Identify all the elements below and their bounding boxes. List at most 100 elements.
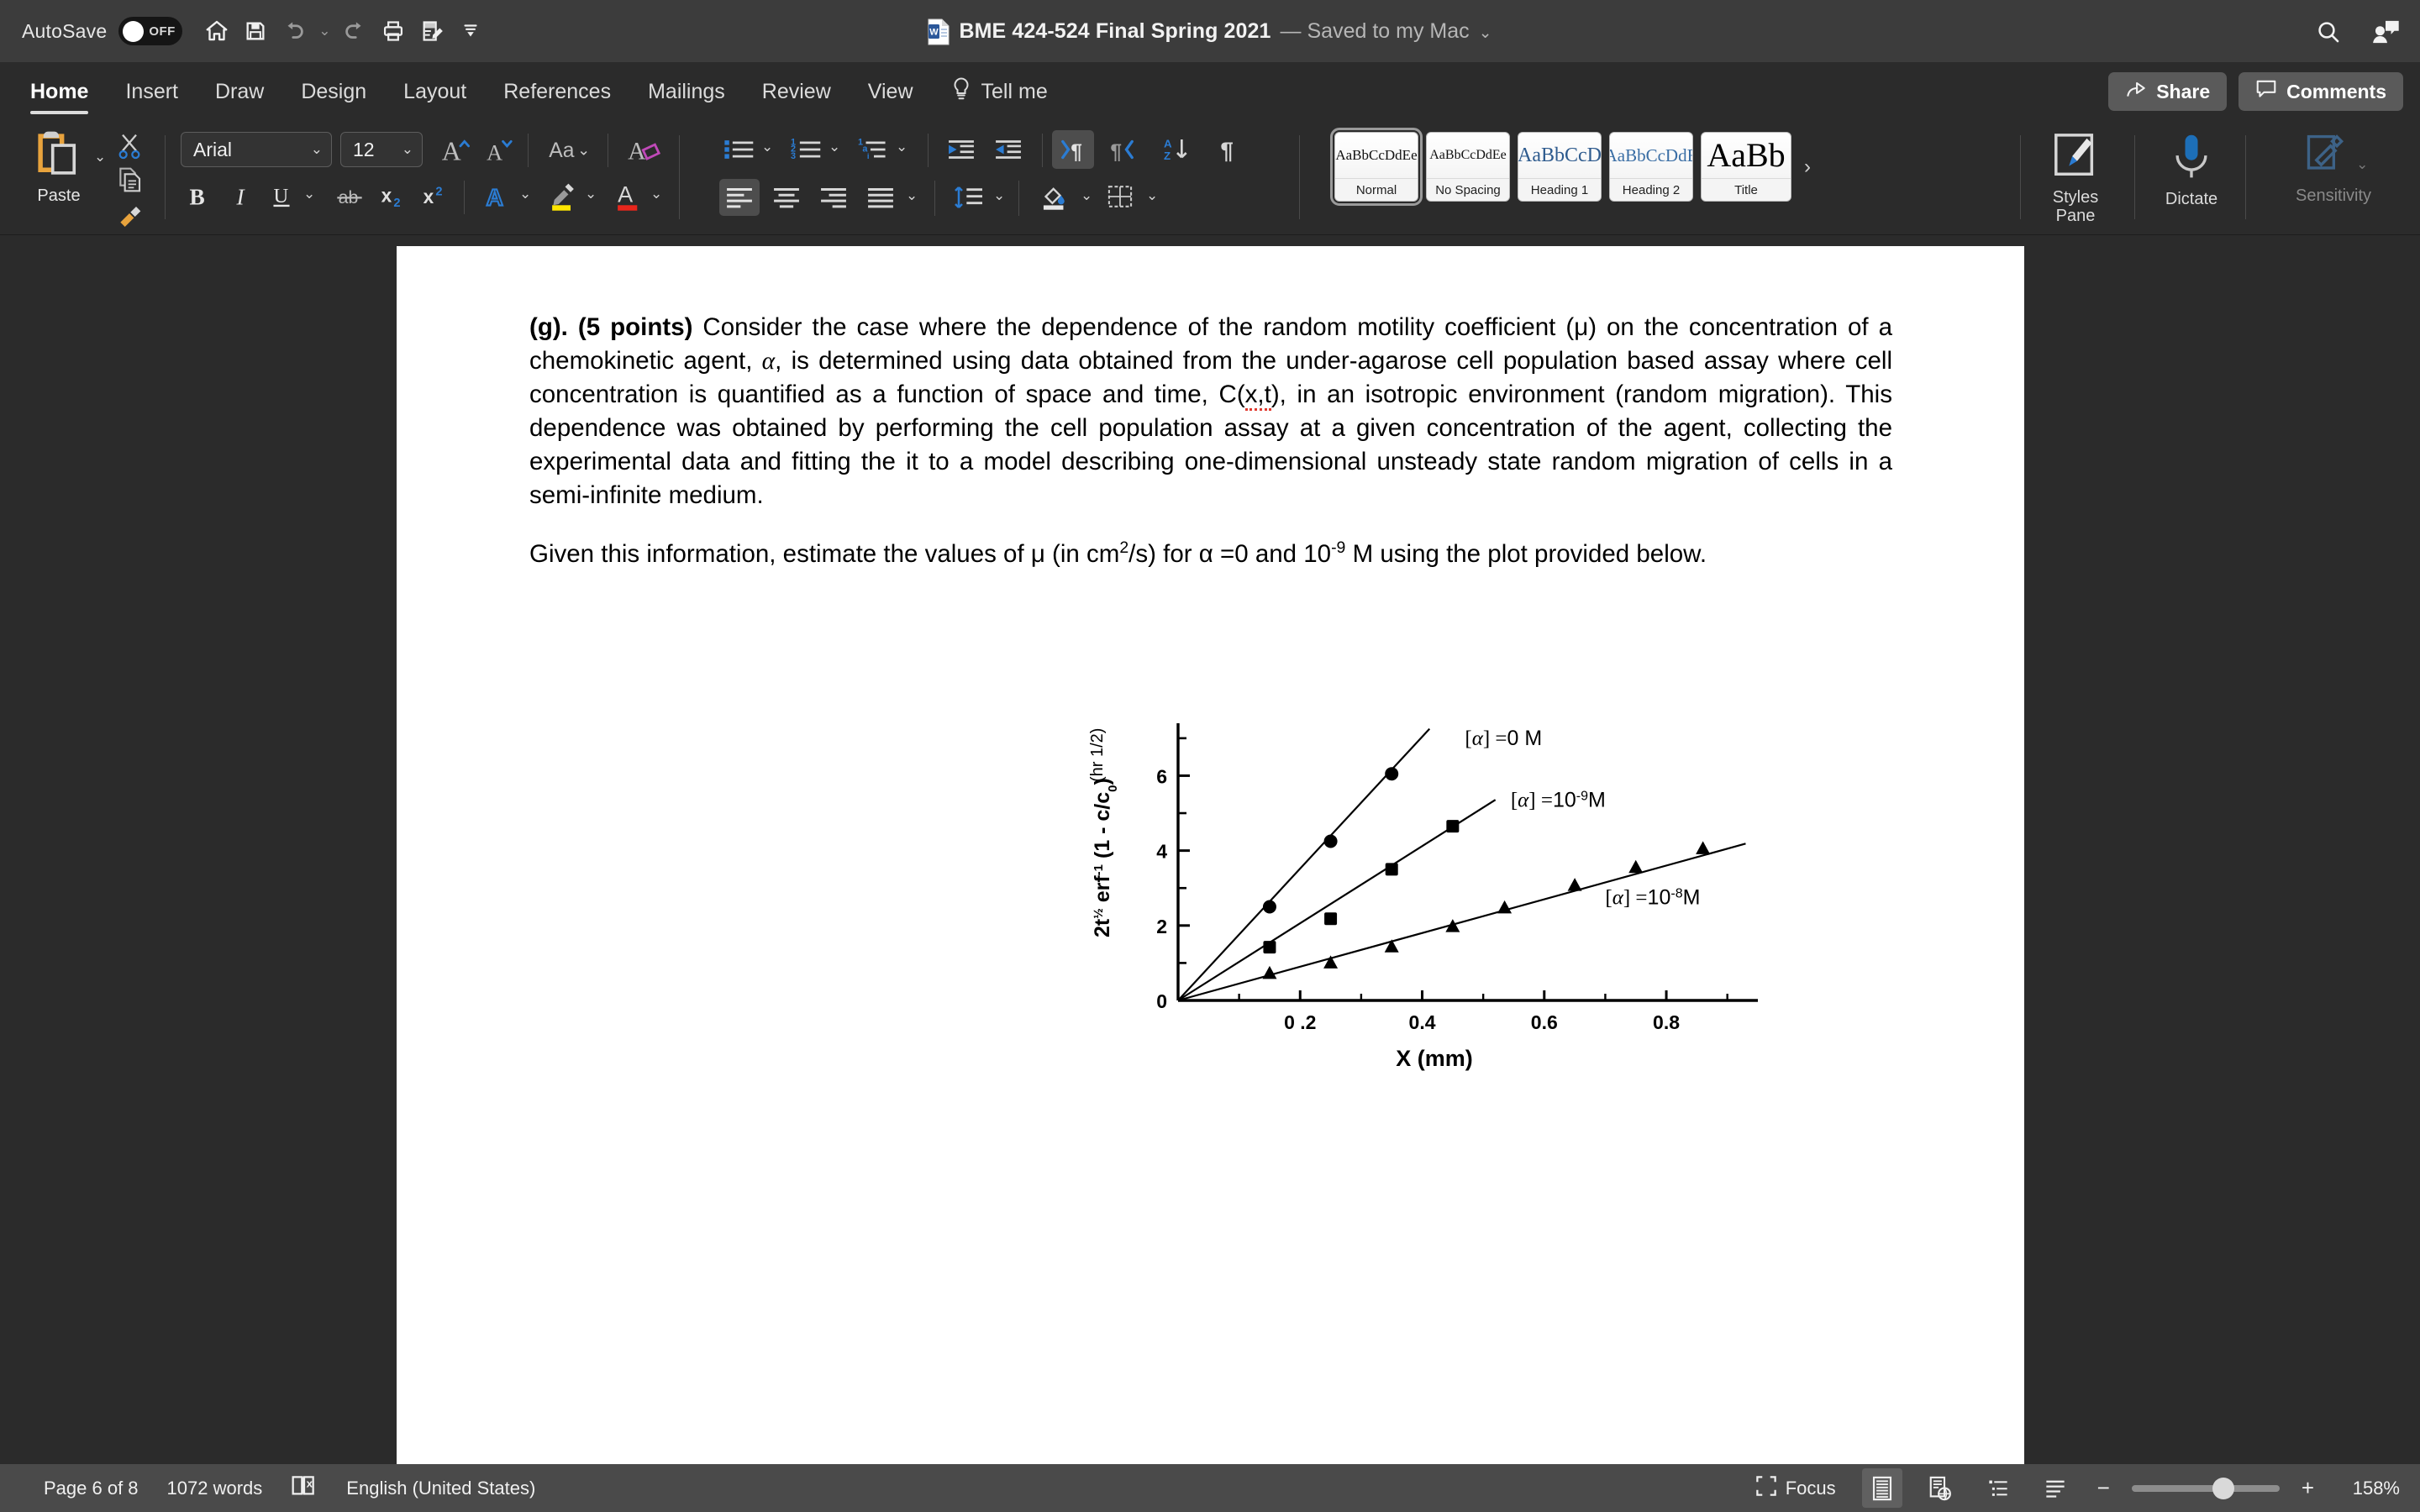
format-painter-icon[interactable] bbox=[111, 197, 148, 229]
redo-icon[interactable] bbox=[335, 12, 374, 50]
italic-icon[interactable]: I bbox=[223, 179, 260, 214]
document-page[interactable]: (g). (5 points) Consider the case where … bbox=[397, 246, 2024, 1464]
align-left-icon[interactable] bbox=[719, 179, 760, 216]
proofing-errors-icon[interactable]: x bbox=[291, 1473, 318, 1504]
dictate-button[interactable]: Dictate bbox=[2148, 132, 2235, 208]
align-right-icon[interactable] bbox=[813, 179, 854, 216]
paste-dropdown-chevron-icon[interactable]: ⌄ bbox=[94, 149, 106, 165]
highlight-dropdown-chevron-icon[interactable]: ⌄ bbox=[585, 186, 597, 202]
comments-button[interactable]: Comments bbox=[2238, 72, 2403, 111]
ltr-paragraph-icon[interactable]: ¶ bbox=[1101, 130, 1143, 169]
bullet-list-icon[interactable] bbox=[719, 132, 760, 167]
language-indicator[interactable]: English (United States) bbox=[346, 1478, 535, 1499]
font-name-input[interactable]: Arial ⌄ bbox=[181, 132, 332, 167]
subscript-icon[interactable]: x2 bbox=[373, 179, 412, 214]
focus-button[interactable]: Focus bbox=[1746, 1468, 1845, 1508]
text-effects-dropdown-chevron-icon[interactable]: ⌄ bbox=[519, 186, 531, 202]
tab-review[interactable]: Review bbox=[744, 63, 850, 120]
title-dropdown-chevron-icon[interactable]: ⌄ bbox=[1479, 24, 1492, 43]
clear-formatting-icon[interactable]: A bbox=[623, 132, 666, 167]
style-no-spacing[interactable]: AaBbCcDdEe No Spacing bbox=[1426, 132, 1510, 202]
autosave-knob bbox=[123, 20, 145, 42]
justify-icon[interactable] bbox=[860, 179, 901, 216]
home-icon[interactable] bbox=[197, 12, 236, 50]
zoom-percent[interactable]: 158% bbox=[2336, 1478, 2400, 1499]
tab-mailings[interactable]: Mailings bbox=[629, 63, 744, 120]
shading-dropdown-chevron-icon[interactable]: ⌄ bbox=[1081, 187, 1092, 204]
outline-icon[interactable] bbox=[1978, 1468, 2018, 1508]
underline-icon[interactable]: U bbox=[263, 179, 300, 214]
borders-dropdown-chevron-icon[interactable]: ⌄ bbox=[1146, 187, 1158, 204]
track-changes-icon[interactable] bbox=[413, 12, 451, 50]
superscript-icon[interactable]: x2 bbox=[415, 179, 454, 214]
styles-pane-button[interactable]: Styles Pane bbox=[2032, 132, 2119, 225]
numbered-list-icon[interactable]: 123 bbox=[786, 132, 827, 167]
word-count[interactable]: 1072 words bbox=[167, 1478, 263, 1499]
shrink-font-icon[interactable]: A bbox=[479, 132, 518, 167]
line-spacing-icon[interactable] bbox=[948, 179, 990, 216]
multilevel-list-dropdown-chevron-icon[interactable]: ⌄ bbox=[896, 139, 908, 155]
tab-insert[interactable]: Insert bbox=[107, 63, 197, 120]
style-title[interactable]: AaBb Title bbox=[1701, 132, 1791, 202]
chevron-down-icon: ⌄ bbox=[310, 141, 323, 157]
underline-dropdown-chevron-icon[interactable]: ⌄ bbox=[303, 186, 315, 202]
document-paragraph[interactable]: (g). (5 points) Consider the case where … bbox=[529, 311, 1892, 571]
undo-icon[interactable] bbox=[275, 12, 313, 50]
rtl-paragraph-icon[interactable]: ¶ bbox=[1052, 130, 1094, 169]
save-icon[interactable] bbox=[236, 12, 275, 50]
copy-icon[interactable] bbox=[111, 164, 148, 196]
styles-gallery-more-button[interactable]: › bbox=[1799, 155, 1816, 179]
tell-me-button[interactable]: Tell me bbox=[932, 76, 1066, 108]
decrease-indent-icon[interactable] bbox=[941, 132, 981, 167]
sort-icon[interactable]: AZ bbox=[1156, 130, 1198, 169]
web-layout-icon[interactable] bbox=[1919, 1468, 1961, 1508]
undo-dropdown-chevron-icon[interactable]: ⌄ bbox=[313, 12, 335, 50]
justify-dropdown-chevron-icon[interactable]: ⌄ bbox=[906, 187, 918, 204]
tab-design[interactable]: Design bbox=[282, 63, 385, 120]
account-comments-icon[interactable] bbox=[2363, 9, 2408, 55]
tab-references[interactable]: References bbox=[485, 63, 629, 120]
style-name: Heading 1 bbox=[1518, 178, 1601, 201]
share-button[interactable]: Share bbox=[2108, 72, 2228, 111]
zoom-slider[interactable] bbox=[2131, 1477, 2280, 1499]
grow-font-icon[interactable]: A bbox=[435, 132, 474, 167]
font-size-input[interactable]: 12 ⌄ bbox=[340, 132, 423, 167]
style-normal[interactable]: AaBbCcDdEe Normal bbox=[1330, 128, 1423, 206]
align-center-icon[interactable] bbox=[766, 179, 807, 216]
change-case-icon[interactable]: Aa ⌄ bbox=[542, 132, 597, 167]
text-highlight-icon[interactable] bbox=[544, 177, 581, 216]
zoom-out-button[interactable]: − bbox=[2092, 1475, 2115, 1501]
shading-icon[interactable] bbox=[1034, 177, 1076, 216]
strikethrough-icon[interactable]: ab bbox=[329, 179, 370, 214]
font-color-dropdown-chevron-icon[interactable]: ⌄ bbox=[650, 186, 662, 202]
document-canvas[interactable]: (g). (5 points) Consider the case where … bbox=[0, 235, 2420, 1464]
line-spacing-dropdown-chevron-icon[interactable]: ⌄ bbox=[993, 187, 1005, 204]
zoom-slider-thumb[interactable] bbox=[2212, 1477, 2234, 1499]
autosave-toggle[interactable]: OFF bbox=[118, 17, 183, 45]
search-icon[interactable] bbox=[2306, 9, 2351, 55]
tab-home[interactable]: Home bbox=[12, 63, 107, 120]
tab-draw[interactable]: Draw bbox=[197, 63, 282, 120]
style-heading-2[interactable]: AaBbCcDdE Heading 2 bbox=[1609, 132, 1693, 202]
page-indicator[interactable]: Page 6 of 8 bbox=[44, 1478, 139, 1499]
paste-button[interactable]: Paste bbox=[18, 129, 99, 206]
bullet-list-dropdown-chevron-icon[interactable]: ⌄ bbox=[761, 139, 773, 155]
tab-layout[interactable]: Layout bbox=[385, 63, 485, 120]
print-icon[interactable] bbox=[374, 12, 413, 50]
increase-indent-icon[interactable] bbox=[988, 132, 1028, 167]
customize-toolbar-icon[interactable] bbox=[451, 12, 490, 50]
quick-access-toolbar: AutoSave OFF ⌄ bbox=[0, 12, 490, 50]
multilevel-list-icon[interactable]: 1ai bbox=[854, 132, 894, 167]
draft-icon[interactable] bbox=[2035, 1468, 2075, 1508]
text-effects-icon[interactable]: A bbox=[479, 179, 516, 214]
cut-icon[interactable] bbox=[111, 130, 148, 162]
tab-view[interactable]: View bbox=[850, 63, 932, 120]
borders-icon[interactable] bbox=[1099, 177, 1141, 216]
style-heading-1[interactable]: AaBbCcD Heading 1 bbox=[1518, 132, 1602, 202]
bold-icon[interactable]: B bbox=[179, 179, 216, 214]
print-layout-icon[interactable] bbox=[1861, 1468, 1902, 1508]
font-color-icon[interactable]: A bbox=[610, 177, 647, 216]
zoom-in-button[interactable]: + bbox=[2296, 1475, 2319, 1501]
numbered-list-dropdown-chevron-icon[interactable]: ⌄ bbox=[829, 139, 840, 155]
show-marks-icon[interactable]: ¶ bbox=[1210, 130, 1249, 169]
